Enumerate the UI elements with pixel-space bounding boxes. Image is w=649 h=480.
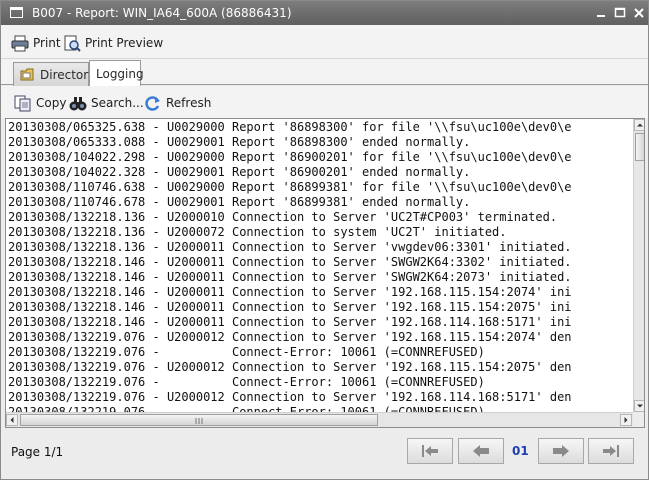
next-page-icon [553,445,569,457]
log-line[interactable]: 20130308/065333.088 - U0029001 Report '8… [8,135,632,150]
maximize-icon [614,7,626,18]
binoculars-icon [69,95,87,112]
scrollbar-corner [633,412,644,427]
horizontal-scroll-thumb[interactable] [20,414,378,426]
previous-page-button[interactable] [458,438,504,464]
copy-icon [14,95,32,112]
copy-label: Copy [36,96,67,110]
horizontal-scrollbar[interactable] [6,412,633,427]
refresh-button[interactable]: Refresh [144,93,211,113]
print-preview-button[interactable]: Print Preview [63,33,163,53]
log-viewer[interactable]: 20130308/065325.638 - U0029000 Report '8… [5,118,645,428]
first-page-icon [422,445,438,457]
scroll-down-button[interactable] [634,400,644,412]
copy-button[interactable]: Copy [14,93,66,113]
log-line[interactable]: 20130308/110746.638 - U0029000 Report '8… [8,180,632,195]
grip-icon [195,418,203,424]
vertical-scroll-thumb[interactable] [635,133,644,161]
minimize-button[interactable] [592,4,610,22]
main-toolbar: Print Print Preview [1,25,648,59]
last-page-button[interactable] [588,438,634,464]
printer-icon [11,35,29,52]
log-line[interactable]: 20130308/132219.076 - Connect-Error: 100… [8,375,632,390]
scroll-left-button[interactable] [6,414,18,426]
first-page-button[interactable] [407,438,453,464]
tab-logging-label: Logging [96,66,144,81]
close-icon [634,8,644,18]
tab-directory[interactable]: Directory [13,62,95,86]
title-bar[interactable]: B007 - Report: WIN_IA64_600A (86886431) [1,1,648,25]
log-line[interactable]: 20130308/110746.678 - U0029001 Report '8… [8,195,632,210]
log-lines[interactable]: 20130308/065325.638 - U0029000 Report '8… [8,120,632,412]
refresh-icon [144,95,162,112]
page-info: Page 1/1 [11,445,64,459]
print-button[interactable]: Print [11,33,61,53]
log-line[interactable]: 20130308/132218.146 - U2000011 Connectio… [8,255,632,270]
log-line[interactable]: 20130308/132219.076 - Connect-Error: 100… [8,405,632,412]
report-window: B007 - Report: WIN_IA64_600A (86886431) … [0,0,649,480]
tab-directory-label: Directory [40,67,96,82]
log-line[interactable]: 20130308/132218.136 - U2000011 Connectio… [8,240,632,255]
maximize-button[interactable] [611,4,629,22]
vertical-scrollbar[interactable] [633,119,644,412]
print-label: Print [33,36,61,50]
log-line[interactable]: 20130308/132219.076 - U2000012 Connectio… [8,330,632,345]
log-line[interactable]: 20130308/132218.146 - U2000011 Connectio… [8,300,632,315]
window-title: B007 - Report: WIN_IA64_600A (86886431) [32,6,292,20]
chevron-right-icon [624,417,628,423]
log-line[interactable]: 20130308/104022.298 - U0029000 Report '8… [8,150,632,165]
log-line[interactable]: 20130308/132219.076 - Connect-Error: 100… [8,345,632,360]
last-page-icon [603,445,619,457]
tab-bar: Directory Logging [1,59,648,86]
previous-page-icon [473,445,489,457]
minimize-icon [597,15,605,17]
chevron-up-icon [637,123,643,127]
log-line[interactable]: 20130308/132218.136 - U2000072 Connectio… [8,225,632,240]
log-line[interactable]: 20130308/132218.146 - U2000011 Connectio… [8,270,632,285]
chevron-down-icon [637,404,643,408]
search-label: Search... [91,96,144,110]
current-page-number: 01 [512,444,529,458]
tab-logging[interactable]: Logging [89,60,144,86]
refresh-label: Refresh [166,96,212,110]
close-button[interactable] [630,4,648,22]
log-line[interactable]: 20130308/132219.076 - U2000012 Connectio… [8,390,632,405]
log-line[interactable]: 20130308/132218.136 - U2000010 Connectio… [8,210,632,225]
search-button[interactable]: Search... [69,93,144,113]
log-line[interactable]: 20130308/132219.076 - U2000012 Connectio… [8,360,632,375]
print-preview-icon [63,35,81,52]
chevron-left-icon [10,417,14,423]
log-line[interactable]: 20130308/132218.146 - U2000011 Connectio… [8,315,632,330]
log-toolbar: Copy Search... Refresh [1,86,648,118]
scroll-right-button[interactable] [620,414,632,426]
folder-icon [20,68,35,81]
log-line[interactable]: 20130308/065325.638 - U0029000 Report '8… [8,120,632,135]
scroll-up-button[interactable] [634,119,644,131]
log-line[interactable]: 20130308/132218.146 - U2000011 Connectio… [8,285,632,300]
window-icon [10,7,23,18]
next-page-button[interactable] [538,438,584,464]
print-preview-label: Print Preview [85,36,164,50]
status-bar: Page 1/1 01 [1,429,648,479]
log-line[interactable]: 20130308/104022.328 - U0029001 Report '8… [8,165,632,180]
